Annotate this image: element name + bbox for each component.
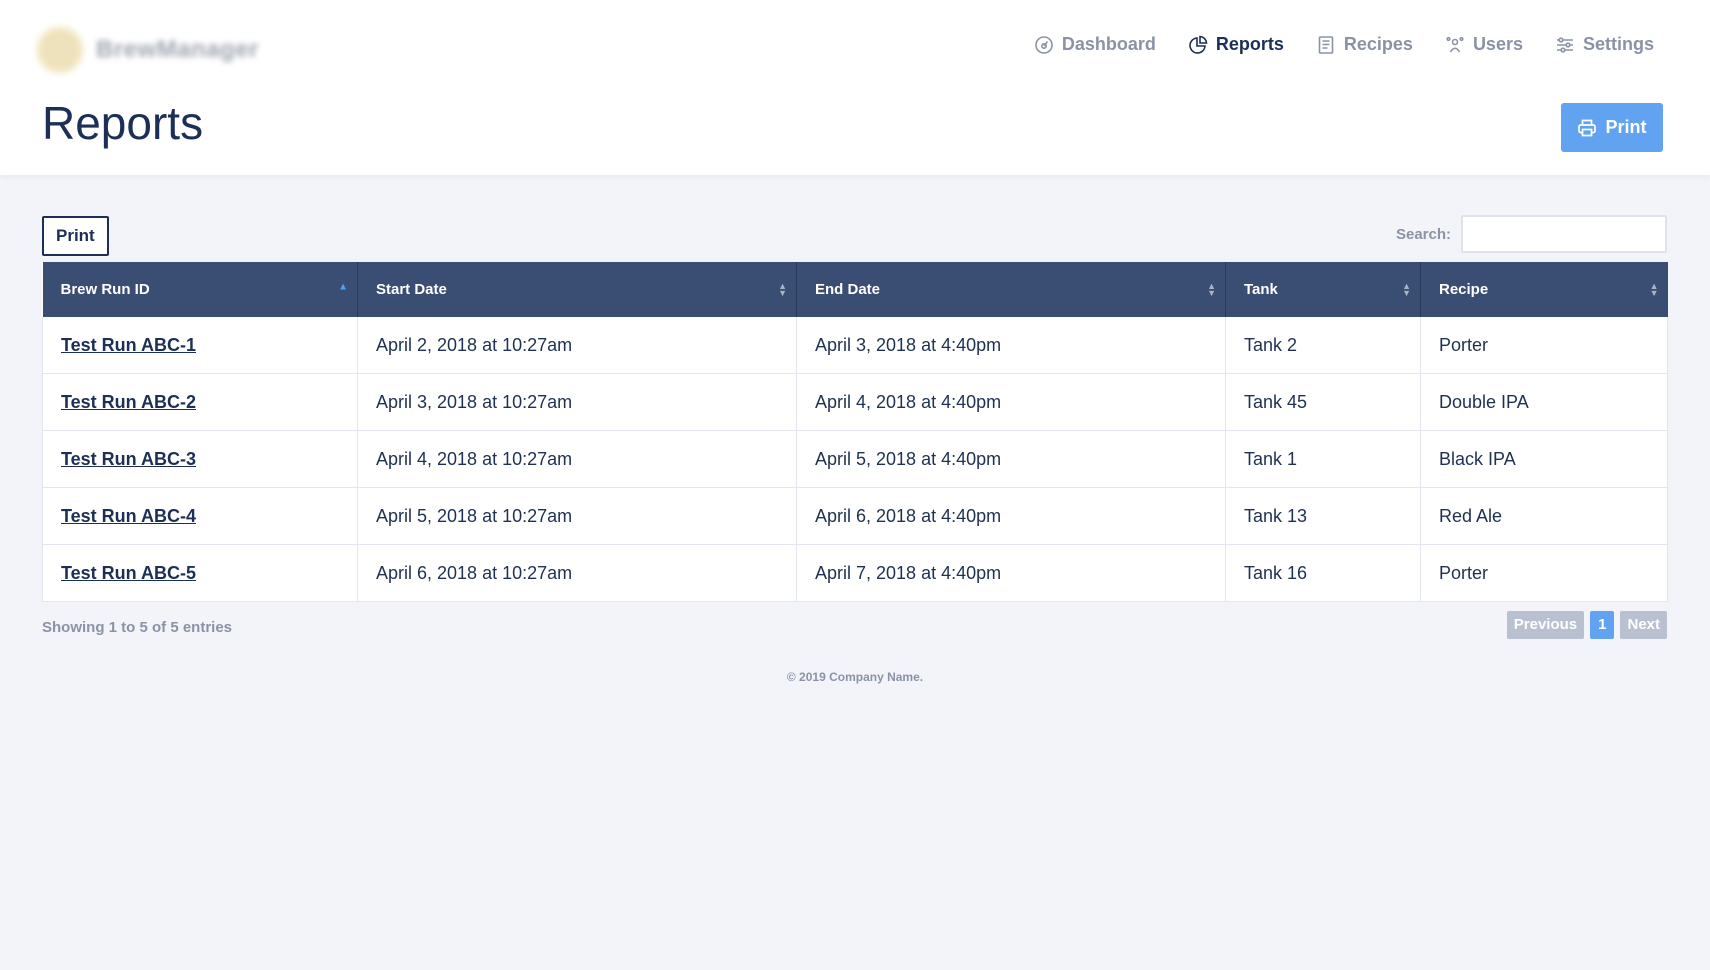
cell-brew-run-id: Test Run ABC-1	[42, 317, 358, 374]
cell-brew-run-id: Test Run ABC-5	[42, 544, 358, 602]
column-header-tank[interactable]: Tank ▲ ▼	[1225, 262, 1421, 317]
printer-icon	[1578, 119, 1597, 136]
print-button-primary[interactable]: Print	[1561, 103, 1663, 152]
logo-icon	[36, 26, 84, 74]
main-nav: Dashboard Reports Recipes Users Settings	[1034, 34, 1654, 55]
column-header-label: End Date	[815, 281, 881, 298]
page-button-current[interactable]: 1	[1590, 611, 1615, 639]
sort-icon: ▲ ▼	[778, 280, 787, 298]
users-icon	[1446, 36, 1464, 52]
column-header-label: Tank	[1244, 281, 1278, 298]
cell-end-date: April 7, 2018 at 4:40pm	[796, 544, 1226, 602]
cell-start-date: April 5, 2018 at 10:27am	[357, 487, 797, 545]
recipes-icon	[1318, 35, 1334, 54]
column-header-brew-run-id[interactable]: Brew Run ID ▲	[42, 262, 358, 317]
table-footer: Showing 1 to 5 of 5 entries Previous 1 N…	[42, 602, 1667, 652]
cell-tank: Tank 1	[1225, 430, 1421, 488]
copyright-text: © 2019 Company Name.	[786, 670, 924, 684]
nav-item-users[interactable]: Users	[1445, 34, 1523, 55]
nav-item-recipes[interactable]: Recipes	[1316, 34, 1413, 55]
table-row: Test Run ABC-3 April 4, 2018 at 10:27am …	[42, 430, 1668, 488]
table-row: Test Run ABC-2 April 3, 2018 at 10:27am …	[42, 373, 1668, 431]
nav-label-reports: Reports	[1215, 34, 1284, 54]
sort-icon: ▲ ▼	[1649, 280, 1659, 298]
reports-icon	[1189, 35, 1208, 54]
cell-brew-run-id: Test Run ABC-2	[42, 373, 358, 431]
cell-recipe: Porter	[1420, 317, 1668, 374]
cell-tank: Tank 45	[1225, 373, 1421, 431]
table-header-row: Brew Run ID ▲ Start Date ▲ ▼ End Date ▲ ▼ Tan…	[42, 262, 1668, 317]
table-row: Test Run ABC-1 April 2, 2018 at 10:27am …	[42, 317, 1668, 374]
search-area: Search:	[1396, 215, 1667, 253]
brew-run-link[interactable]: Test Run ABC-2	[61, 392, 196, 412]
table-row: Test Run ABC-4 April 5, 2018 at 10:27am …	[42, 487, 1668, 545]
table-row: Test Run ABC-5 April 6, 2018 at 10:27am …	[42, 544, 1668, 602]
cell-brew-run-id: Test Run ABC-4	[42, 487, 358, 545]
cell-end-date: April 4, 2018 at 4:40pm	[796, 373, 1226, 431]
cell-tank: Tank 16	[1225, 544, 1421, 602]
cell-end-date: April 3, 2018 at 4:40pm	[796, 317, 1226, 374]
cell-end-date: April 5, 2018 at 4:40pm	[796, 430, 1226, 488]
print-table-button[interactable]: Print	[42, 216, 109, 256]
cell-recipe: Red Ale	[1420, 487, 1668, 545]
column-header-recipe[interactable]: Recipe ▲ ▼	[1420, 262, 1668, 317]
sort-icon: ▲ ▼	[1207, 280, 1216, 298]
table-toolbar: Print Search:	[42, 215, 1667, 262]
previous-page-button[interactable]: Previous	[1506, 611, 1585, 639]
next-page-button[interactable]: Next	[1620, 611, 1667, 639]
cell-start-date: April 6, 2018 at 10:27am	[357, 544, 797, 602]
sort-icon: ▲ ▼	[1402, 280, 1411, 298]
cell-brew-run-id: Test Run ABC-3	[42, 430, 358, 488]
column-header-label: Brew Run ID	[60, 281, 150, 298]
column-header-end-date[interactable]: End Date ▲ ▼	[796, 262, 1226, 317]
cell-start-date: April 4, 2018 at 10:27am	[357, 430, 797, 488]
column-header-start-date[interactable]: Start Date ▲ ▼	[357, 262, 797, 317]
search-label: Search:	[1395, 225, 1451, 243]
nav-label-settings: Settings	[1582, 34, 1654, 54]
cell-recipe: Double IPA	[1420, 373, 1668, 431]
brew-run-link[interactable]: Test Run ABC-1	[61, 335, 196, 355]
cell-tank: Tank 13	[1225, 487, 1421, 545]
cell-tank: Tank 2	[1225, 317, 1421, 374]
pagination: Previous 1 Next	[1506, 611, 1667, 639]
brand-name: BrewManager	[96, 36, 259, 63]
top-bar: BrewManager Dashboard Reports Recipes Us…	[0, 0, 1710, 175]
cell-end-date: April 6, 2018 at 4:40pm	[796, 487, 1226, 545]
sort-ascending-icon: ▲	[338, 281, 348, 293]
cell-recipe: Porter	[1420, 544, 1668, 602]
nav-label-dashboard: Dashboard	[1061, 34, 1156, 54]
brew-run-link[interactable]: Test Run ABC-4	[61, 506, 196, 526]
main-content: Print Search: Brew Run ID ▲ Start Date ▲ ▼ …	[42, 215, 1668, 652]
search-input[interactable]	[1461, 215, 1667, 253]
dashboard-icon	[1035, 35, 1053, 54]
reports-table: Brew Run ID ▲ Start Date ▲ ▼ End Date ▲ ▼ Tan…	[42, 262, 1668, 602]
print-button-primary-label: Print	[1605, 117, 1647, 137]
nav-label-recipes: Recipes	[1343, 34, 1413, 54]
nav-item-settings[interactable]: Settings	[1555, 34, 1654, 55]
brew-run-link[interactable]: Test Run ABC-3	[61, 449, 196, 469]
nav-item-reports[interactable]: Reports	[1188, 34, 1284, 55]
cell-start-date: April 2, 2018 at 10:27am	[357, 317, 797, 374]
cell-recipe: Black IPA	[1420, 430, 1668, 488]
entries-info: Showing 1 to 5 of 5 entries	[42, 619, 233, 636]
settings-icon	[1556, 36, 1573, 53]
brand-logo[interactable]: BrewManager	[36, 26, 259, 74]
column-header-label: Start Date	[376, 281, 447, 298]
column-header-label: Recipe	[1439, 281, 1489, 298]
page-title: Reports	[42, 97, 204, 149]
nav-item-dashboard[interactable]: Dashboard	[1034, 34, 1156, 55]
cell-start-date: April 3, 2018 at 10:27am	[357, 373, 797, 431]
nav-label-users: Users	[1472, 34, 1523, 54]
brew-run-link[interactable]: Test Run ABC-5	[61, 563, 196, 583]
